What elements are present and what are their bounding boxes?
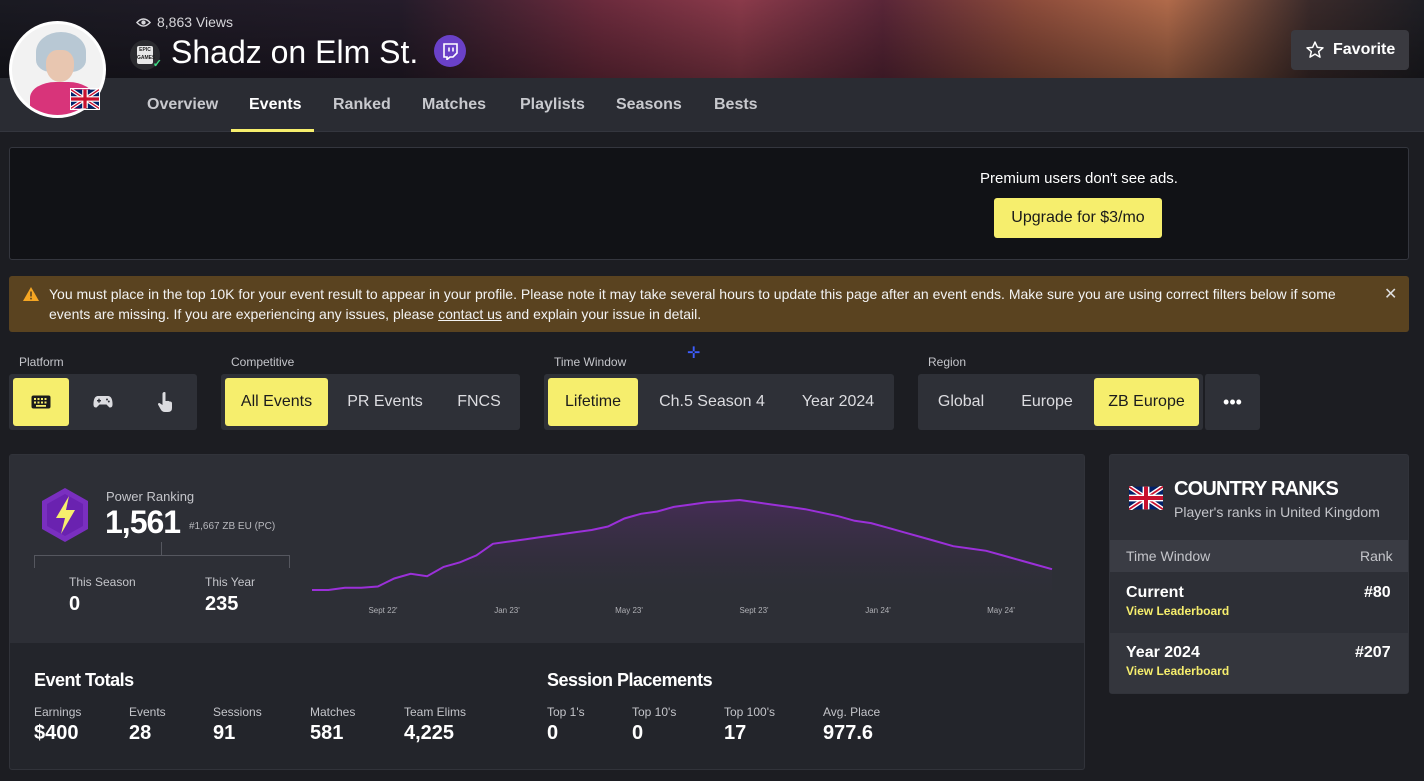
keyboard-icon[interactable] [13, 378, 69, 426]
move-cursor-icon: ✛ [687, 345, 701, 362]
this-year-value: 235 [205, 593, 239, 615]
top10-label: Top 10's [632, 705, 677, 719]
touch-icon[interactable] [137, 378, 193, 426]
top10-value: 0 [632, 722, 644, 744]
row-name: Current [1126, 584, 1184, 601]
events-value: 28 [129, 722, 152, 744]
contact-us-link[interactable]: contact us [438, 306, 502, 322]
star-icon [1306, 41, 1324, 58]
chart-x-tick: Sept 23' [739, 606, 769, 615]
option-europe[interactable]: Europe [1008, 378, 1086, 426]
chart-x-tick: Jan 24' [865, 606, 891, 615]
chart-x-tick: Jan 23' [494, 606, 520, 615]
chart-x-tick: Sept 22' [368, 606, 398, 615]
divider [34, 555, 290, 568]
team-elims-value: 4,225 [404, 722, 455, 744]
uk-flag-icon [70, 88, 100, 110]
competitive-label: Competitive [231, 355, 295, 369]
row-rank: #80 [1364, 584, 1391, 601]
tab-playlists[interactable]: Playlists [520, 78, 585, 132]
twitch-icon[interactable] [434, 35, 466, 67]
top100-value: 17 [724, 722, 747, 744]
time-window-column: Time Window [1126, 548, 1211, 564]
top100-label: Top 100's [724, 705, 775, 719]
power-ranking-value: 1,561 [105, 504, 181, 540]
avg-place-label: Avg. Place [823, 705, 881, 719]
top1-value: 0 [547, 722, 559, 744]
platform-label: Platform [19, 355, 64, 369]
session-placements-title: Session Placements [547, 670, 713, 690]
this-season-label: This Season [69, 575, 136, 589]
events-label: Events [129, 705, 166, 719]
avg-place-value: 977.6 [823, 722, 874, 744]
sessions-label: Sessions [213, 705, 262, 719]
country-ranks-title: COUNTRY RANKS [1174, 478, 1339, 500]
option-year-2024[interactable]: Year 2024 [786, 378, 890, 426]
chart-area-fill [312, 500, 1052, 598]
team-elims-label: Team Elims [404, 705, 467, 719]
option-global[interactable]: Global [922, 378, 1000, 426]
power-ranking-label: Power Ranking [106, 489, 195, 504]
row-rank: #207 [1355, 644, 1391, 661]
row-name: Year 2024 [1126, 644, 1200, 661]
power-ranking-sub: #1,667 ZB EU (PC) [189, 521, 276, 532]
player-name: Shadz on Elm St. [171, 34, 419, 70]
country-ranks-subtitle: Player's ranks in United Kingdom [1174, 504, 1380, 520]
option-ch5-season4[interactable]: Ch.5 Season 4 [646, 378, 778, 426]
tab-overview[interactable]: Overview [147, 78, 218, 132]
option-zb-europe[interactable]: ZB Europe [1094, 378, 1199, 426]
warning-text: You must place in the top 10K for your e… [49, 286, 1336, 322]
tab-bests[interactable]: Bests [714, 78, 758, 132]
power-ranking-chart: Sept 22' Jan 23' May 23' Sept 23' Jan 24' May… [312, 498, 1053, 615]
warning-icon [23, 287, 39, 301]
top1-label: Top 1's [547, 705, 585, 719]
gamepad-icon[interactable] [75, 378, 131, 426]
close-icon[interactable]: ✕ [1384, 284, 1397, 304]
this-year-label: This Year [205, 575, 256, 589]
earnings-label: Earnings [34, 705, 82, 719]
option-lifetime[interactable]: Lifetime [548, 378, 638, 426]
ad-container [9, 147, 1409, 260]
matches-label: Matches [310, 705, 356, 719]
this-season-value: 0 [69, 593, 81, 615]
upgrade-button[interactable]: Upgrade for $3/mo [994, 198, 1162, 238]
option-all-events[interactable]: All Events [225, 378, 328, 426]
option-fncs[interactable]: FNCS [442, 378, 516, 426]
eye-icon [136, 17, 151, 27]
active-tab-indicator [231, 129, 314, 132]
event-totals-title: Event Totals [34, 670, 134, 690]
divider [161, 542, 162, 555]
epic-games-icon: EPIC GAMES ✓ [130, 40, 162, 70]
view-leaderboard-link[interactable]: View Leaderboard [1126, 664, 1229, 678]
earnings-value: $400 [34, 722, 79, 744]
table-row [1110, 633, 1408, 693]
view-count: 8,863 Views [136, 14, 233, 30]
tab-seasons[interactable]: Seasons [616, 78, 682, 132]
chart-x-tick: May 23' [615, 606, 643, 615]
ad-text: Premium users don't see ads. [980, 170, 1178, 187]
rank-column: Rank [1360, 548, 1393, 564]
more-options-icon[interactable]: ••• [1204, 374, 1260, 430]
tab-events[interactable]: Events [249, 78, 301, 132]
view-leaderboard-link[interactable]: View Leaderboard [1126, 604, 1229, 618]
option-pr-events[interactable]: PR Events [336, 378, 434, 426]
region-label: Region [928, 355, 967, 369]
sessions-value: 91 [213, 722, 236, 744]
table-row [1110, 573, 1408, 633]
views-label: 8,863 Views [157, 14, 234, 30]
tab-ranked[interactable]: Ranked [333, 78, 391, 132]
matches-value: 581 [310, 722, 344, 744]
chart-x-tick: May 24' [987, 606, 1015, 615]
favorite-button[interactable]: Favorite [1291, 30, 1409, 70]
time-window-label: Time Window [554, 355, 627, 369]
tab-matches[interactable]: Matches [422, 78, 486, 132]
uk-flag-icon [1129, 486, 1163, 510]
power-ranking-icon [42, 488, 88, 542]
verified-check-icon: ✓ [152, 58, 162, 70]
